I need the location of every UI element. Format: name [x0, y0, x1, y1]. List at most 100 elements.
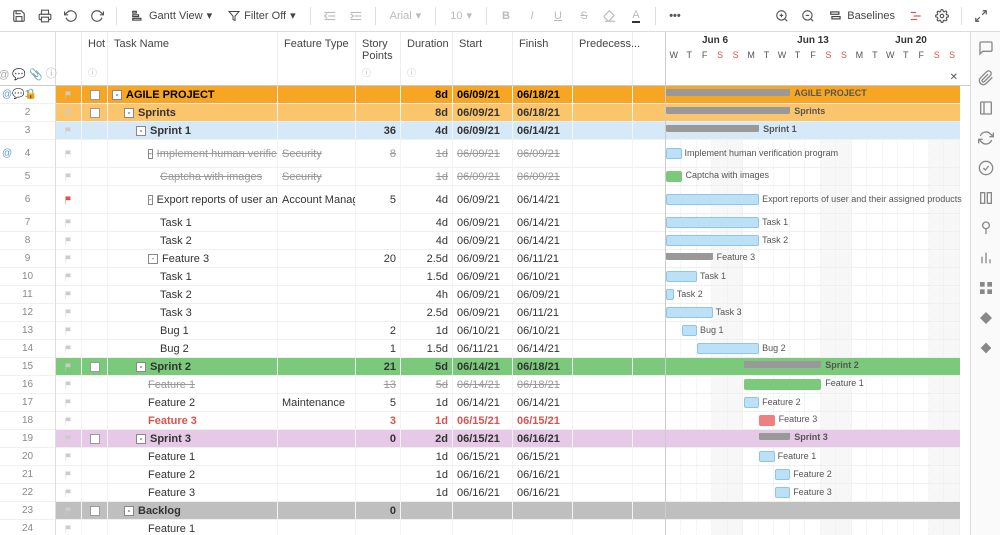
flag-cell[interactable]: [56, 340, 82, 357]
start-cell[interactable]: 06/09/21: [453, 304, 513, 321]
task-cell[interactable]: -Implement human verification program: [108, 140, 278, 167]
feature-cell[interactable]: [278, 304, 356, 321]
feature-cell[interactable]: [278, 358, 356, 375]
finish-cell[interactable]: 06/16/21: [513, 484, 573, 501]
pred-cell[interactable]: [573, 304, 633, 321]
hot-cell[interactable]: [82, 430, 108, 447]
task-cell[interactable]: Feature 3: [108, 412, 278, 429]
task-row[interactable]: Task 14d06/09/2106/14/21: [56, 214, 665, 232]
duration-cell[interactable]: 1d: [401, 168, 453, 185]
hot-cell[interactable]: [82, 358, 108, 375]
zoom-in-icon[interactable]: [771, 5, 793, 27]
gantt-bar[interactable]: Sprint 1: [666, 125, 759, 132]
finish-cell[interactable]: 06/15/21: [513, 448, 573, 465]
flag-cell[interactable]: [56, 358, 82, 375]
duration-cell[interactable]: 1.5d: [401, 340, 453, 357]
finish-cell[interactable]: 06/11/21: [513, 304, 573, 321]
gantt-bar[interactable]: Sprints: [666, 107, 790, 114]
flag-cell[interactable]: [56, 304, 82, 321]
settings-icon[interactable]: [931, 5, 953, 27]
row-number[interactable]: 21: [0, 466, 55, 484]
task-cell[interactable]: Task 1: [108, 268, 278, 285]
gantt-bar[interactable]: Feature 3: [775, 487, 791, 498]
storypoints-cell[interactable]: 21: [356, 358, 401, 375]
task-row[interactable]: -Backlog0: [56, 502, 665, 520]
hot-cell[interactable]: [82, 304, 108, 321]
task-cell[interactable]: Feature 2: [108, 466, 278, 483]
storypoints-cell[interactable]: 8: [356, 140, 401, 167]
finish-cell[interactable]: 06/16/21: [513, 466, 573, 483]
pred-cell[interactable]: [573, 122, 633, 139]
start-cell[interactable]: 06/14/21: [453, 376, 513, 393]
row-number[interactable]: 12: [0, 304, 55, 322]
row-number[interactable]: 23: [0, 502, 55, 520]
finish-cell[interactable]: [513, 502, 573, 519]
flag-cell[interactable]: [56, 186, 82, 213]
feature-cell[interactable]: [278, 466, 356, 483]
row-number[interactable]: 18: [0, 412, 55, 430]
start-cell[interactable]: 06/09/21: [453, 122, 513, 139]
italic-icon[interactable]: I: [521, 5, 543, 27]
storypoints-cell[interactable]: 1: [356, 340, 401, 357]
pred-cell[interactable]: [573, 520, 633, 535]
row-number[interactable]: 13: [0, 322, 55, 340]
gantt-bar[interactable]: Captcha with images: [666, 171, 682, 182]
feature-cell[interactable]: [278, 232, 356, 249]
pred-cell[interactable]: [573, 484, 633, 501]
start-cell[interactable]: 06/16/21: [453, 466, 513, 483]
storypoints-cell[interactable]: [356, 466, 401, 483]
finish-cell[interactable]: 06/16/21: [513, 430, 573, 447]
flag-cell[interactable]: [56, 448, 82, 465]
duration-cell[interactable]: 5d: [401, 358, 453, 375]
gantt-bar[interactable]: Bug 2: [697, 343, 759, 354]
hot-cell[interactable]: [82, 286, 108, 303]
task-row[interactable]: Feature 31d06/16/2106/16/21: [56, 484, 665, 502]
storypoints-cell[interactable]: [356, 86, 401, 103]
duration-cell[interactable]: 1d: [401, 394, 453, 411]
start-cell[interactable]: 06/09/21: [453, 168, 513, 185]
proof-panel-icon[interactable]: [978, 100, 994, 116]
grid-panel-icon[interactable]: [978, 280, 994, 296]
row-number[interactable]: 24: [0, 520, 55, 535]
fontsize-dropdown[interactable]: 10▾: [444, 5, 478, 27]
start-cell[interactable]: 06/09/21: [453, 250, 513, 267]
storypoints-cell[interactable]: [356, 268, 401, 285]
feature-cell[interactable]: Account Management: [278, 186, 356, 213]
task-cell[interactable]: -Export reports of user and their assign…: [108, 186, 278, 213]
expand-toggle[interactable]: -: [148, 254, 158, 264]
storypoints-cell[interactable]: [356, 304, 401, 321]
duration-cell[interactable]: 8d: [401, 86, 453, 103]
underline-icon[interactable]: U: [547, 5, 569, 27]
feature-cell[interactable]: Maintenance: [278, 394, 356, 411]
pred-cell[interactable]: [573, 250, 633, 267]
col-hot[interactable]: Hotⓘ: [82, 32, 108, 85]
gantt-bar[interactable]: Feature 1: [744, 379, 822, 390]
task-row[interactable]: Feature 1: [56, 520, 665, 535]
close-timeline-icon[interactable]: ✕: [950, 72, 958, 83]
gantt-bar[interactable]: Export reports of user and their assigne…: [666, 194, 759, 205]
hot-cell[interactable]: [82, 140, 108, 167]
gantt-bar[interactable]: Task 3: [666, 307, 713, 318]
duration-cell[interactable]: 2d: [401, 430, 453, 447]
finish-cell[interactable]: 06/18/21: [513, 358, 573, 375]
duration-cell[interactable]: 1d: [401, 448, 453, 465]
feature-cell[interactable]: [278, 430, 356, 447]
row-number[interactable]: 2: [0, 104, 55, 122]
task-row[interactable]: Feature 21d06/16/2106/16/21: [56, 466, 665, 484]
task-row[interactable]: -Export reports of user and their assign…: [56, 186, 665, 214]
col-flag[interactable]: [56, 32, 82, 85]
more-icon[interactable]: •••: [664, 5, 686, 27]
indent-icon[interactable]: [345, 5, 367, 27]
hot-cell[interactable]: [82, 502, 108, 519]
finish-cell[interactable]: [513, 520, 573, 535]
bold-icon[interactable]: B: [495, 5, 517, 27]
hot-cell[interactable]: [82, 122, 108, 139]
row-number[interactable]: 10: [0, 268, 55, 286]
activity-panel-icon[interactable]: [978, 160, 994, 176]
outdent-icon[interactable]: [319, 5, 341, 27]
start-cell[interactable]: 06/14/21: [453, 394, 513, 411]
strike-icon[interactable]: S: [573, 5, 595, 27]
baselines-button[interactable]: Baselines: [823, 5, 901, 27]
text-color-icon[interactable]: A: [625, 5, 647, 27]
finish-cell[interactable]: 06/18/21: [513, 376, 573, 393]
